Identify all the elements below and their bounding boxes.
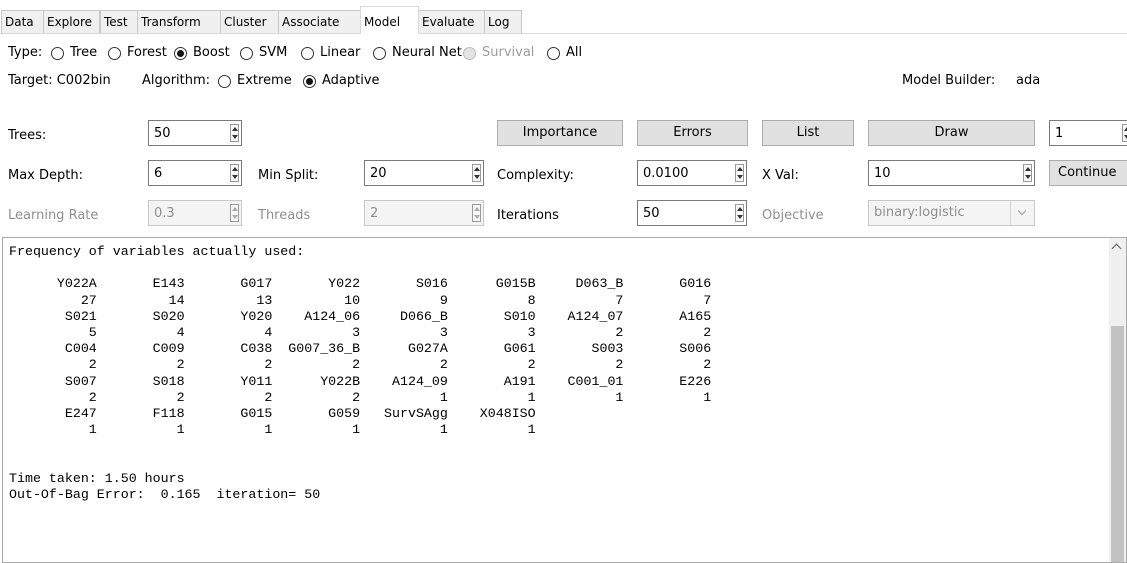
threads-spinner: [364, 200, 484, 226]
threads-label: Threads: [258, 208, 311, 223]
complexity-label: Complexity:: [497, 168, 574, 183]
complexity-input[interactable]: [638, 161, 732, 185]
variable-counts-row: 1 1 1 1 1 1: [88, 422, 536, 438]
trees-label: Trees:: [8, 128, 47, 143]
variable-names-row: S021 S020 Y020 A124_06 D066_B S010 A124_…: [64, 308, 712, 324]
model-builder-value: ada: [1016, 73, 1041, 88]
complexity-spinner[interactable]: [637, 160, 747, 186]
objective-value: binary:logistic: [874, 205, 965, 220]
variable-counts-row: 27 14 13 10 9 8 7 7: [80, 292, 712, 308]
list-button[interactable]: List: [762, 120, 854, 146]
spinner-arrows-icon[interactable]: [1122, 124, 1127, 142]
type-survival-label: Survival: [482, 45, 535, 60]
tab-test[interactable]: Test: [100, 10, 138, 34]
tab-evaluate[interactable]: Evaluate: [418, 10, 485, 34]
oob-error-text: Out-Of-Bag Error: 0.165 iteration= 50: [9, 487, 321, 503]
variable-counts-row: 2 2 2 2 1 1 1 1: [88, 389, 712, 405]
spinner-arrows-icon[interactable]: [472, 164, 481, 182]
tab-bar-divider: [0, 33, 1127, 34]
variable-counts-row: 5 4 4 3 3 3 2 2: [88, 325, 712, 341]
type-survival-radio: [463, 47, 476, 60]
tab-bar: Data Explore Test Transform Cluster Asso…: [0, 0, 1127, 34]
min-split-spinner[interactable]: [364, 160, 484, 186]
type-tree-radio[interactable]: [51, 47, 64, 60]
tab-explore[interactable]: Explore: [43, 10, 100, 34]
algorithm-adaptive-radio[interactable]: [303, 75, 316, 88]
learning-rate-input: [149, 201, 227, 225]
tab-transform[interactable]: Transform: [137, 10, 221, 34]
type-linear-label[interactable]: Linear: [320, 45, 360, 60]
spinner-arrows-icon[interactable]: [1023, 164, 1032, 182]
iterations-spinner[interactable]: [637, 200, 747, 226]
threads-input: [365, 201, 469, 225]
type-all-radio[interactable]: [547, 47, 560, 60]
learning-rate-label: Learning Rate: [8, 208, 99, 223]
tab-cluster[interactable]: Cluster: [220, 10, 279, 34]
max-depth-label: Max Depth:: [8, 168, 83, 183]
variable-names-row: E247 F118 G015 G059 SurvSAgg X048ISO: [64, 406, 536, 422]
trees-input[interactable]: [149, 121, 227, 145]
variable-names-row: Y022A E143 G017 Y022 S016 G015B D063_B G…: [56, 276, 712, 292]
type-forest-label[interactable]: Forest: [127, 45, 167, 60]
importance-button[interactable]: Importance: [497, 120, 623, 146]
spinner-arrows-icon: [472, 204, 481, 222]
type-linear-radio[interactable]: [301, 47, 314, 60]
type-forest-radio[interactable]: [108, 47, 121, 60]
type-boost-label[interactable]: Boost: [193, 45, 230, 60]
output-heading: Frequency of variables actually used:: [9, 244, 305, 259]
target-label: Target: C002bin: [8, 73, 111, 88]
min-split-input[interactable]: [365, 161, 469, 185]
type-tree-label[interactable]: Tree: [70, 45, 97, 60]
variable-names-row: C004 C009 C038 G007_36_B G027A G061 S003…: [64, 341, 712, 357]
type-all-label[interactable]: All: [566, 45, 582, 60]
continue-button[interactable]: Continue: [1049, 160, 1127, 186]
draw-spinner[interactable]: [1049, 120, 1127, 146]
output-text: Frequency of variables actually used: Y0…: [9, 244, 711, 503]
xval-spinner[interactable]: [868, 160, 1035, 186]
variable-counts-row: 2 2 2 2 2 2 2 2: [88, 357, 712, 373]
tab-data[interactable]: Data: [1, 10, 44, 34]
draw-input[interactable]: [1050, 121, 1112, 145]
type-neural-net-radio[interactable]: [373, 47, 386, 60]
spinner-arrows-icon[interactable]: [735, 164, 744, 182]
type-boost-radio[interactable]: [174, 47, 187, 60]
trees-spinner[interactable]: [148, 120, 242, 146]
xval-label: X Val:: [762, 168, 799, 183]
draw-button[interactable]: Draw: [868, 120, 1035, 146]
type-neural-net-label[interactable]: Neural Net: [392, 45, 462, 60]
type-svm-label[interactable]: SVM: [259, 45, 287, 60]
learning-rate-spinner: [148, 200, 242, 226]
tab-associate[interactable]: Associate: [278, 10, 361, 34]
type-svm-radio[interactable]: [240, 47, 253, 60]
variable-frequency-table: Y022A E143 G017 Y022 S016 G015B D063_B G…: [9, 276, 711, 437]
variable-names-row: S007 S018 Y011 Y022B A124_09 A191 C001_0…: [64, 373, 712, 389]
xval-input[interactable]: [869, 161, 1020, 185]
algorithm-extreme-radio[interactable]: [218, 75, 231, 88]
vertical-scrollbar[interactable]: [1109, 238, 1126, 562]
min-split-label: Min Split:: [258, 168, 319, 183]
tab-log[interactable]: Log: [484, 10, 522, 34]
algorithm-label: Algorithm:: [142, 73, 211, 88]
spinner-arrows-icon[interactable]: [230, 124, 239, 142]
objective-select: binary:logistic: [868, 200, 1035, 226]
spinner-arrows-icon: [230, 204, 239, 222]
time-taken-text: Time taken: 1.50 hours: [9, 470, 185, 486]
type-label: Type:: [8, 45, 43, 60]
chevron-down-icon: [1010, 201, 1034, 225]
output-textview[interactable]: Frequency of variables actually used: Y0…: [2, 237, 1127, 563]
iterations-label: Iterations: [497, 208, 559, 223]
tab-model[interactable]: Model: [360, 6, 419, 34]
max-depth-spinner[interactable]: [148, 160, 242, 186]
algorithm-adaptive-label[interactable]: Adaptive: [322, 73, 380, 88]
scroll-up-icon[interactable]: [1111, 243, 1122, 254]
scrollbar-thumb[interactable]: [1111, 326, 1124, 562]
max-depth-input[interactable]: [149, 161, 227, 185]
spinner-arrows-icon[interactable]: [735, 204, 744, 222]
spinner-arrows-icon[interactable]: [230, 164, 239, 182]
objective-label: Objective: [762, 208, 824, 223]
errors-button[interactable]: Errors: [637, 120, 748, 146]
model-builder-label: Model Builder:: [902, 73, 996, 88]
iterations-input[interactable]: [638, 201, 732, 225]
algorithm-extreme-label[interactable]: Extreme: [237, 73, 292, 88]
